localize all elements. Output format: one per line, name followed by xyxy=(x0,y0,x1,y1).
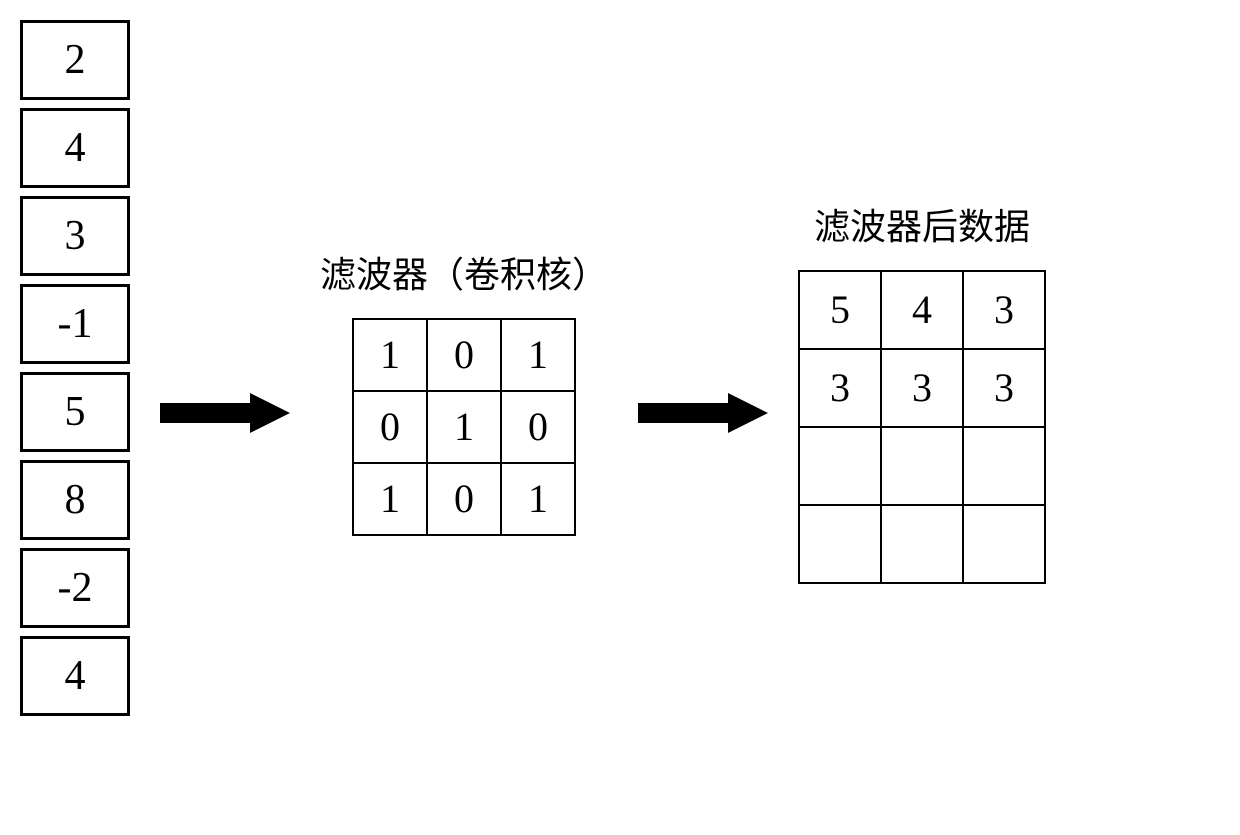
filter-cell: 1 xyxy=(501,463,575,535)
arrow-icon xyxy=(160,393,290,433)
vector-cell: 2 xyxy=(20,20,130,100)
vector-cell: -2 xyxy=(20,548,130,628)
filter-cell: 0 xyxy=(427,463,501,535)
filter-cell: 0 xyxy=(353,391,427,463)
vector-cell: 4 xyxy=(20,636,130,716)
output-cell: 3 xyxy=(963,349,1045,427)
vector-cell: 5 xyxy=(20,372,130,452)
arrow-icon xyxy=(638,393,768,433)
output-cell: 3 xyxy=(799,349,881,427)
output-cell xyxy=(881,505,963,583)
output-cell: 3 xyxy=(881,349,963,427)
diagram-container: 2 4 3 -1 5 8 -2 4 滤波器（卷积核） 1 0 1 0 1 0 1 xyxy=(20,20,1220,716)
filter-cell: 1 xyxy=(353,319,427,391)
output-cell xyxy=(881,427,963,505)
vector-cell: 8 xyxy=(20,460,130,540)
output-cell: 3 xyxy=(963,271,1045,349)
filter-cell: 1 xyxy=(353,463,427,535)
output-label: 滤波器后数据 xyxy=(814,198,1030,250)
output-cell xyxy=(799,427,881,505)
vector-cell: 3 xyxy=(20,196,130,276)
output-grid: 5 4 3 3 3 3 xyxy=(798,270,1046,584)
vector-cell: 4 xyxy=(20,108,130,188)
output-cell xyxy=(799,505,881,583)
output-cell xyxy=(963,427,1045,505)
output-cell: 4 xyxy=(881,271,963,349)
filter-cell: 1 xyxy=(427,391,501,463)
filter-label: 滤波器（卷积核） xyxy=(320,246,608,298)
output-section: 滤波器后数据 5 4 3 3 3 3 xyxy=(798,198,1046,584)
vector-cell: -1 xyxy=(20,284,130,364)
filter-cell: 0 xyxy=(427,319,501,391)
filter-cell: 1 xyxy=(501,319,575,391)
filter-grid: 1 0 1 0 1 0 1 0 1 xyxy=(352,318,576,536)
output-cell xyxy=(963,505,1045,583)
filter-cell: 0 xyxy=(501,391,575,463)
output-cell: 5 xyxy=(799,271,881,349)
filter-section: 滤波器（卷积核） 1 0 1 0 1 0 1 0 1 xyxy=(320,246,608,536)
input-vector: 2 4 3 -1 5 8 -2 4 xyxy=(20,20,130,716)
